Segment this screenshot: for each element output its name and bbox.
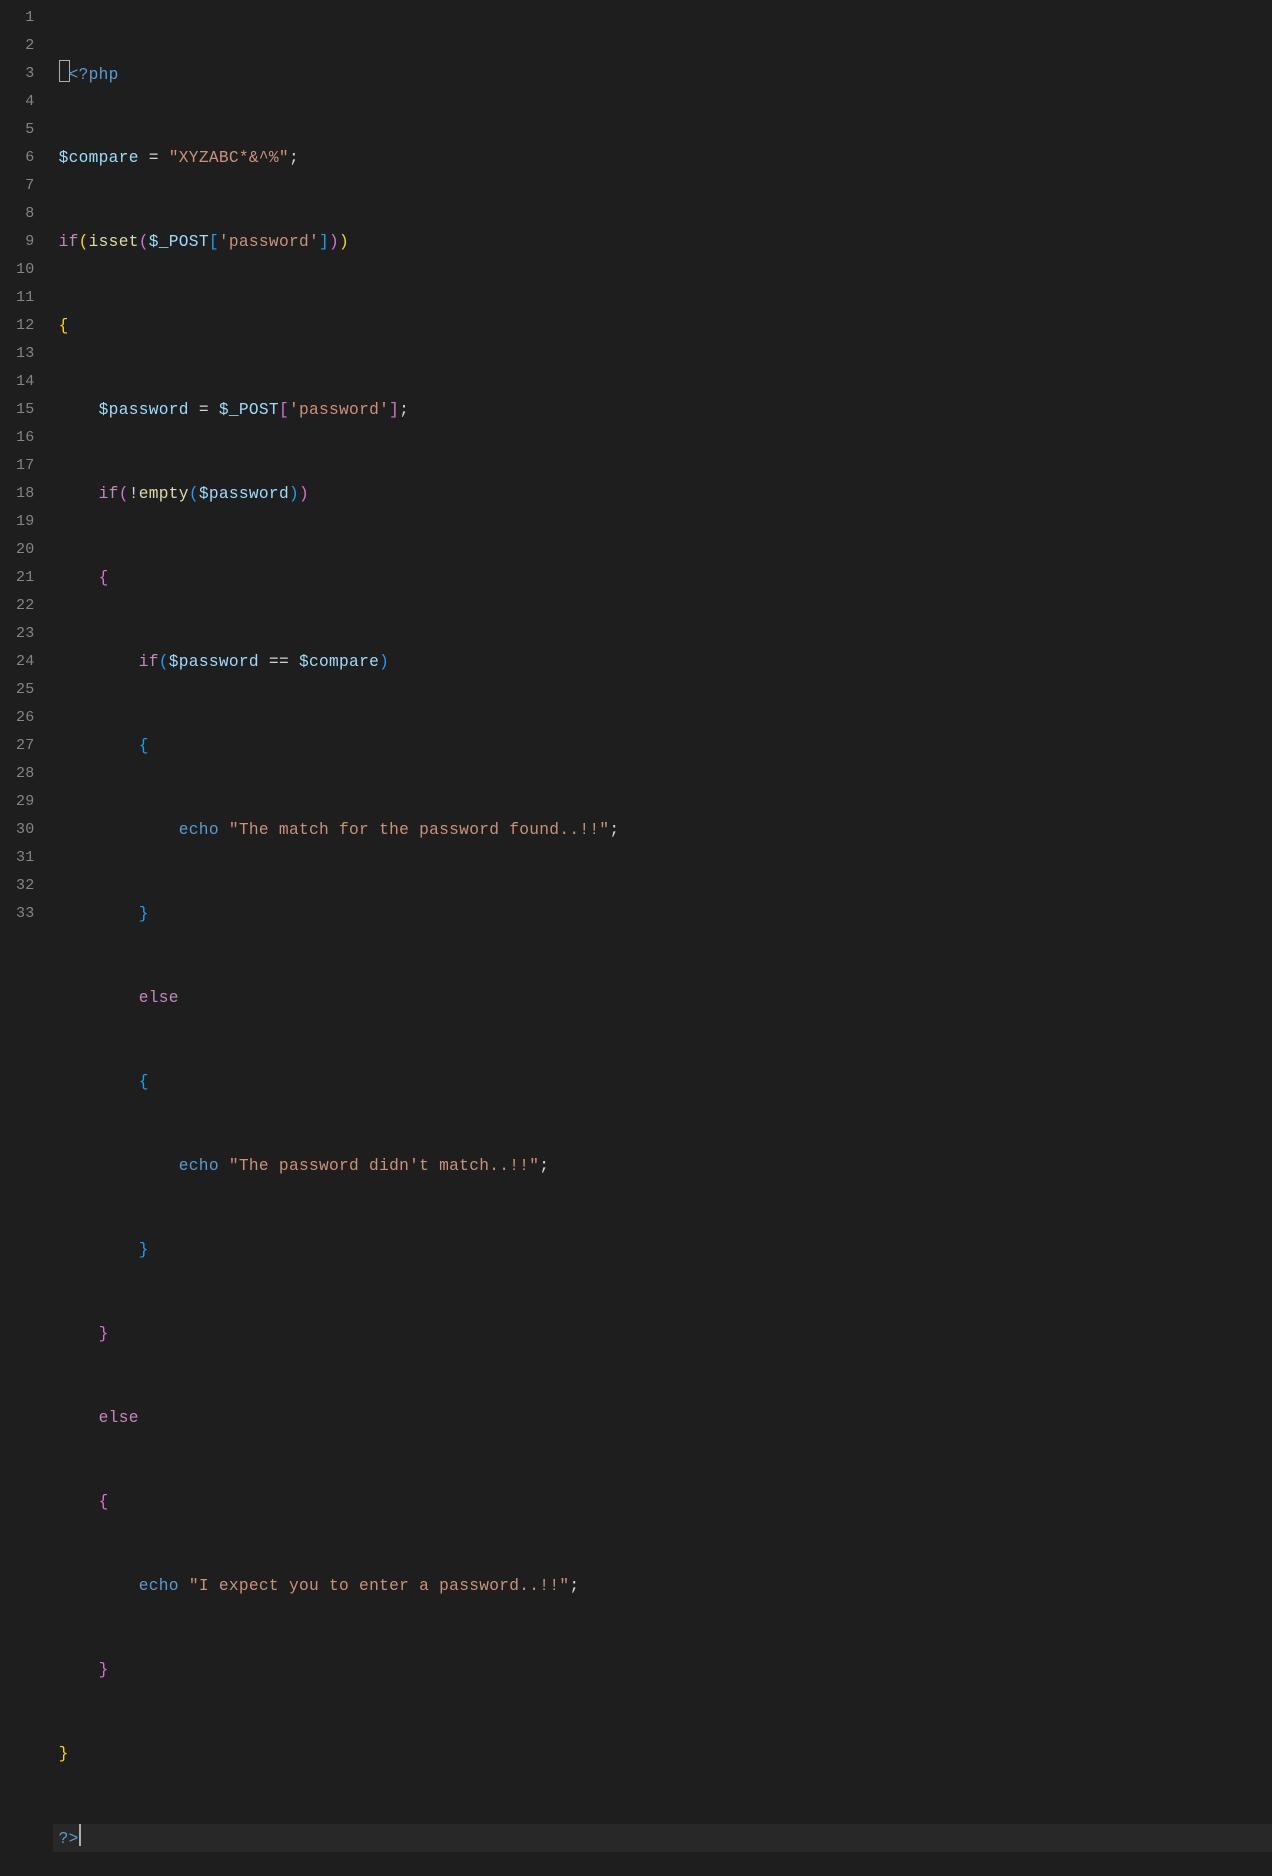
line-number: 9	[16, 228, 35, 256]
line-number: 23	[16, 620, 35, 648]
code-line: {	[53, 1068, 1272, 1096]
code-line: echo "I expect you to enter a password..…	[53, 1572, 1272, 1600]
line-number: 3	[16, 60, 35, 88]
code-line: if($password == $compare)	[53, 648, 1272, 676]
line-number: 7	[16, 172, 35, 200]
line-number: 16	[16, 424, 35, 452]
line-number: 4	[16, 88, 35, 116]
line-number: 6	[16, 144, 35, 172]
code-line: }	[53, 1656, 1272, 1684]
line-number: 15	[16, 396, 35, 424]
line-number: 14	[16, 368, 35, 396]
code-line: {	[53, 564, 1272, 592]
code-line: if(!empty($password))	[53, 480, 1272, 508]
line-number: 11	[16, 284, 35, 312]
line-number: 5	[16, 116, 35, 144]
line-number: 21	[16, 564, 35, 592]
line-number: 26	[16, 704, 35, 732]
code-line: $compare = "XYZABC*&^%";	[53, 144, 1272, 172]
line-number: 24	[16, 648, 35, 676]
code-line-current: ?>	[53, 1824, 1272, 1852]
line-number: 12	[16, 312, 35, 340]
line-number: 31	[16, 844, 35, 872]
code-line: {	[53, 732, 1272, 760]
line-number: 22	[16, 592, 35, 620]
code-line: }	[53, 1320, 1272, 1348]
line-number: 30	[16, 816, 35, 844]
line-number: 13	[16, 340, 35, 368]
line-number-gutter: 1234567891011121314151617181920212223242…	[0, 0, 53, 1876]
line-number: 29	[16, 788, 35, 816]
code-line: echo "The match for the password found..…	[53, 816, 1272, 844]
code-line: {	[53, 312, 1272, 340]
code-line: else	[53, 1404, 1272, 1432]
line-number: 28	[16, 760, 35, 788]
line-number: 10	[16, 256, 35, 284]
line-number: 27	[16, 732, 35, 760]
code-line: $password = $_POST['password'];	[53, 396, 1272, 424]
line-number: 17	[16, 452, 35, 480]
code-line: echo "The password didn't match..!!";	[53, 1152, 1272, 1180]
code-content[interactable]: <?php $compare = "XYZABC*&^%"; if(isset(…	[53, 0, 1272, 1876]
code-line: }	[53, 900, 1272, 928]
line-number: 20	[16, 536, 35, 564]
code-line: else	[53, 984, 1272, 1012]
line-number: 32	[16, 872, 35, 900]
line-number: 8	[16, 200, 35, 228]
line-number: 18	[16, 480, 35, 508]
line-number: 2	[16, 32, 35, 60]
code-editor: 1234567891011121314151617181920212223242…	[0, 0, 1272, 1876]
code-line: }	[53, 1740, 1272, 1768]
line-number: 33	[16, 900, 35, 928]
code-line: <?php	[53, 60, 1272, 88]
line-number: 19	[16, 508, 35, 536]
code-line: if(isset($_POST['password']))	[53, 228, 1272, 256]
code-line: }	[53, 1236, 1272, 1264]
line-number: 25	[16, 676, 35, 704]
line-number: 1	[16, 4, 35, 32]
code-line: {	[53, 1488, 1272, 1516]
